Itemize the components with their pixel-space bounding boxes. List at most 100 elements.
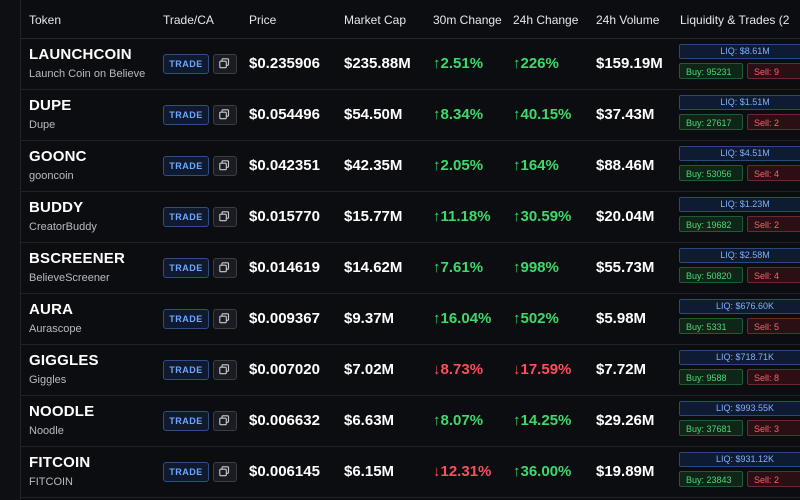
table-row[interactable]: GIGGLES Giggles TRADE $0.007020 $7.02M ↓8.73%…	[21, 344, 800, 396]
change-30m: ↑7.61%	[433, 259, 483, 276]
table-row[interactable]: DUPE Dupe TRADE $0.054496 $54.50M ↑8.34% ↑40.1…	[21, 89, 800, 141]
copy-ca-button[interactable]	[213, 207, 237, 227]
trade-button[interactable]: TRADE	[163, 207, 209, 227]
copy-ca-button[interactable]	[213, 258, 237, 278]
change-30m: ↑16.04%	[433, 310, 491, 327]
copy-ca-button[interactable]	[213, 54, 237, 74]
copy-icon	[219, 364, 230, 375]
liquidity-badge: LIQ: $1.23M	[679, 197, 800, 212]
arrow-down-icon: ↓	[513, 361, 521, 378]
liquidity-badge: LIQ: $2.58M	[679, 248, 800, 263]
col-30m-change[interactable]: 30m Change	[433, 13, 502, 27]
table-row[interactable]: LAUNCHCOIN Launch Coin on Believe TRADE $0.…	[21, 38, 800, 90]
token-name: CreatorBuddy	[29, 221, 97, 233]
copy-ca-button[interactable]	[213, 411, 237, 431]
arrow-up-icon: ↑	[433, 310, 441, 327]
copy-ca-button[interactable]	[213, 309, 237, 329]
table-row[interactable]: BSCREENER BelieveScreener TRADE $0.014619 $1…	[21, 242, 800, 294]
sell-count-badge: Sell: 3	[747, 420, 800, 436]
trade-button[interactable]: TRADE	[163, 309, 209, 329]
volume-24h-value: $20.04M	[596, 208, 655, 225]
liquidity-badge: LIQ: $4.51M	[679, 146, 800, 161]
liquidity-badge: LIQ: $676.60K	[679, 299, 800, 314]
change-30m-value: 16.04%	[440, 310, 492, 327]
trade-button[interactable]: TRADE	[163, 156, 209, 176]
volume-24h-value: $88.46M	[596, 157, 655, 174]
liquidity-badge: LIQ: $718.71K	[679, 350, 800, 365]
change-30m: ↓12.31%	[433, 463, 491, 480]
arrow-up-icon: ↑	[433, 157, 441, 174]
market-cap-value: $54.50M	[344, 106, 403, 123]
token-name: Launch Coin on Believe	[29, 68, 146, 80]
token-symbol[interactable]: DUPE	[29, 97, 71, 114]
col-token[interactable]: Token	[29, 13, 61, 27]
change-30m-value: 8.34%	[440, 106, 484, 123]
col-liquidity-trades[interactable]: Liquidity & Trades (2	[680, 13, 789, 27]
token-symbol[interactable]: BSCREENER	[29, 250, 125, 267]
volume-24h-value: $55.73M	[596, 259, 655, 276]
trade-button[interactable]: TRADE	[163, 462, 209, 482]
buy-count-badge: Buy: 53056	[679, 165, 743, 181]
trade-button[interactable]: TRADE	[163, 54, 209, 74]
volume-24h-value: $159.19M	[596, 55, 663, 72]
change-30m-value: 7.61%	[440, 259, 484, 276]
copy-icon	[219, 109, 230, 120]
change-24h-value: 502%	[520, 310, 559, 327]
col-price[interactable]: Price	[249, 13, 276, 27]
trade-button[interactable]: TRADE	[163, 258, 209, 278]
price-value: $0.054496	[249, 106, 320, 123]
copy-ca-button[interactable]	[213, 105, 237, 125]
token-symbol[interactable]: AURA	[29, 301, 73, 318]
col-24h-volume[interactable]: 24h Volume	[596, 13, 659, 27]
copy-icon	[219, 262, 230, 273]
arrow-up-icon: ↑	[513, 412, 521, 429]
col-market-cap[interactable]: Market Cap	[344, 13, 406, 27]
change-24h: ↑226%	[513, 55, 559, 72]
copy-ca-button[interactable]	[213, 360, 237, 380]
trade-button[interactable]: TRADE	[163, 360, 209, 380]
change-24h: ↑998%	[513, 259, 559, 276]
trade-button[interactable]: TRADE	[163, 411, 209, 431]
arrow-down-icon: ↓	[433, 361, 441, 378]
arrow-up-icon: ↑	[433, 106, 441, 123]
liquidity-badge: LIQ: $8.61M	[679, 44, 800, 59]
buy-count-badge: Buy: 23843	[679, 471, 743, 487]
buy-count-badge: Buy: 5331	[679, 318, 743, 334]
price-value: $0.009367	[249, 310, 320, 327]
change-30m: ↑11.18%	[433, 208, 491, 225]
change-24h-value: 36.00%	[520, 463, 572, 480]
change-24h-value: 17.59%	[520, 361, 572, 378]
token-symbol[interactable]: GOONC	[29, 148, 87, 165]
trade-button[interactable]: TRADE	[163, 105, 209, 125]
col-24h-change[interactable]: 24h Change	[513, 13, 578, 27]
table-row[interactable]: GOONC gooncoin TRADE $0.042351 $42.35M ↑2.05%…	[21, 140, 800, 192]
copy-icon	[219, 313, 230, 324]
table-row[interactable]: NOODLE Noodle TRADE $0.006632 $6.63M ↑8.07% ↑1…	[21, 395, 800, 447]
table-row[interactable]: FITCOIN FITCOIN TRADE $0.006145 $6.15M ↓12.31…	[21, 446, 800, 498]
table-row[interactable]: BUDDY CreatorBuddy TRADE $0.015770 $15.77M ↑1…	[21, 191, 800, 243]
copy-ca-button[interactable]	[213, 462, 237, 482]
token-symbol[interactable]: FITCOIN	[29, 454, 90, 471]
col-trade-ca: Trade/CA	[163, 13, 214, 27]
volume-24h-value: $29.26M	[596, 412, 655, 429]
change-30m: ↓8.73%	[433, 361, 483, 378]
market-cap-value: $14.62M	[344, 259, 403, 276]
token-name: Aurascope	[29, 323, 82, 335]
change-30m-value: 2.05%	[440, 157, 484, 174]
change-24h-value: 14.25%	[520, 412, 572, 429]
token-symbol[interactable]: NOODLE	[29, 403, 94, 420]
change-30m-value: 8.07%	[440, 412, 484, 429]
change-24h: ↑40.15%	[513, 106, 571, 123]
change-30m: ↑8.34%	[433, 106, 483, 123]
table-row[interactable]: AURA Aurascope TRADE $0.009367 $9.37M ↑16.04%…	[21, 293, 800, 345]
token-symbol[interactable]: LAUNCHCOIN	[29, 46, 132, 63]
change-30m-value: 12.31%	[440, 463, 492, 480]
token-symbol[interactable]: GIGGLES	[29, 352, 99, 369]
token-symbol[interactable]: BUDDY	[29, 199, 83, 216]
arrow-up-icon: ↑	[513, 208, 521, 225]
copy-ca-button[interactable]	[213, 156, 237, 176]
buy-count-badge: Buy: 95231	[679, 63, 743, 79]
price-value: $0.235906	[249, 55, 320, 72]
change-24h-value: 226%	[520, 55, 559, 72]
sell-count-badge: Sell: 2	[747, 471, 800, 487]
